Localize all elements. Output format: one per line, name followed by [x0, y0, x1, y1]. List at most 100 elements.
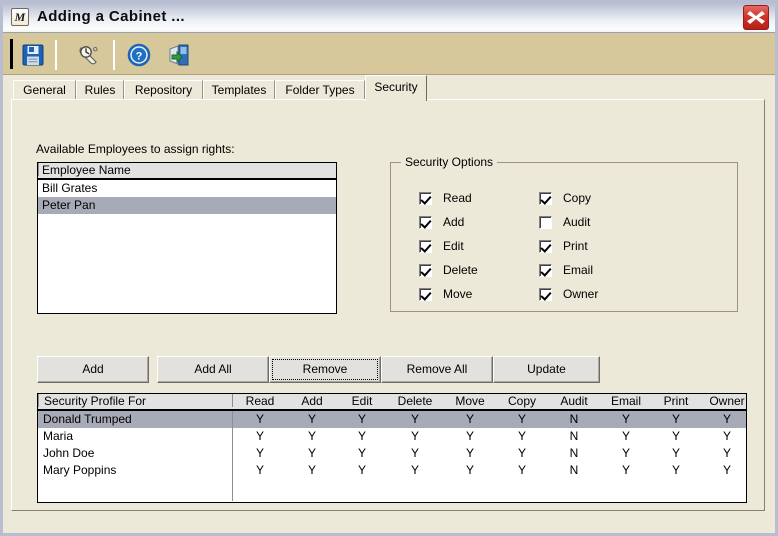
cell-read: Y [255, 446, 264, 460]
cell-edit: Y [357, 412, 366, 426]
table-row[interactable]: Donald Trumped Y Y Y Y Y Y N Y Y Y [38, 411, 746, 428]
cell-audit: N [569, 446, 579, 460]
application-window: M Adding a Cabinet ... ? General Rules R… [0, 0, 778, 536]
table-row[interactable]: John Doe Y Y Y Y Y Y N Y Y Y [38, 445, 746, 462]
cell-move: Y [465, 463, 474, 477]
toolbar-separator [113, 40, 115, 70]
checkbox-copy[interactable]: Copy [539, 191, 591, 205]
window-title: Adding a Cabinet ... [37, 8, 186, 25]
list-item[interactable]: Bill Grates [38, 180, 336, 197]
cell-print: Y [671, 463, 680, 477]
cell-copy: Y [517, 463, 526, 477]
help-button[interactable]: ? [125, 41, 153, 69]
exit-icon [169, 44, 189, 66]
grid-header-row: Security Profile For Read Add Edit Delet… [38, 394, 746, 411]
checkbox-audit[interactable]: Audit [539, 215, 590, 229]
add-all-button[interactable]: Add All [157, 356, 269, 383]
exit-button[interactable] [165, 41, 193, 69]
cell-add: Y [307, 446, 316, 460]
cell-copy: Y [517, 446, 526, 460]
cell-profile-for: Maria [43, 429, 74, 443]
cell-audit: N [569, 429, 579, 443]
remove-all-button-label: Remove All [406, 362, 468, 376]
cell-print: Y [671, 429, 680, 443]
cell-print: Y [671, 446, 680, 460]
checkbox-delete[interactable]: Delete [419, 263, 478, 277]
cell-delete: Y [410, 446, 419, 460]
cell-owner: Y [722, 463, 731, 477]
checkbox-box [539, 263, 552, 277]
security-options-title: Security Options [401, 155, 498, 169]
grid-body: Donald Trumped Y Y Y Y Y Y N Y Y Y Maria… [38, 411, 746, 501]
checkbox-label: Owner [563, 287, 599, 301]
tab-strip: General Rules Repository Templates Folde… [3, 75, 775, 101]
available-employees-list[interactable]: Employee Name Bill Grates Peter Pan [37, 162, 337, 314]
security-profile-grid[interactable]: Security Profile For Read Add Edit Delet… [37, 393, 747, 503]
checkbox-move[interactable]: Move [419, 287, 472, 301]
cell-owner: Y [722, 429, 731, 443]
cell-email: Y [621, 429, 630, 443]
cell-edit: Y [357, 446, 366, 460]
tab-rules[interactable]: Rules [76, 80, 124, 100]
column-header-print: Print [663, 394, 689, 408]
column-header-copy: Copy [507, 394, 536, 408]
remove-all-button[interactable]: Remove All [381, 356, 493, 383]
add-all-button-label: Add All [194, 362, 232, 376]
column-header-read: Read [245, 394, 275, 408]
checkbox-label: Copy [563, 191, 592, 205]
checkbox-owner[interactable]: Owner [539, 287, 598, 301]
close-button[interactable] [743, 5, 769, 30]
cell-audit: N [569, 412, 579, 426]
checkbox-label: Edit [443, 239, 464, 253]
add-button[interactable]: Add [37, 356, 149, 383]
cell-audit: N [569, 463, 579, 477]
history-button[interactable] [75, 41, 103, 69]
cell-delete: Y [410, 412, 419, 426]
cell-move: Y [465, 429, 474, 443]
checkbox-box [419, 239, 432, 253]
focus-ring [272, 359, 378, 380]
cell-move: Y [465, 446, 474, 460]
checkbox-add[interactable]: Add [419, 215, 464, 229]
update-button[interactable]: Update [493, 356, 600, 383]
checkbox-box [539, 215, 552, 229]
tab-templates[interactable]: Templates [203, 80, 275, 100]
update-button-label: Update [527, 362, 566, 376]
remove-button[interactable]: Remove [269, 356, 381, 383]
table-row[interactable]: Maria Y Y Y Y Y Y N Y Y Y [38, 428, 746, 445]
cell-edit: Y [357, 463, 366, 477]
cell-read: Y [255, 429, 264, 443]
toolbar-separator [55, 40, 57, 70]
cell-add: Y [307, 429, 316, 443]
checkbox-edit[interactable]: Edit [419, 239, 464, 253]
checkbox-print[interactable]: Print [539, 239, 588, 253]
list-item[interactable]: Peter Pan [38, 197, 336, 214]
tab-repository[interactable]: Repository [124, 80, 203, 100]
tab-content-panel: Available Employees to assign rights: Em… [11, 99, 765, 511]
checkbox-box [419, 191, 432, 205]
save-button[interactable] [19, 41, 47, 69]
toolbar-grip[interactable] [10, 39, 13, 69]
checkbox-box [539, 287, 552, 301]
cell-move: Y [465, 412, 474, 426]
cell-owner: Y [722, 412, 731, 426]
tab-folder-types[interactable]: Folder Types [275, 80, 365, 100]
cell-add: Y [307, 412, 316, 426]
cell-edit: Y [357, 429, 366, 443]
available-employees-label: Available Employees to assign rights: [36, 142, 235, 156]
column-header-profile-for: Security Profile For [44, 394, 147, 408]
cell-read: Y [255, 463, 264, 477]
cell-profile-for: John Doe [43, 446, 95, 460]
cell-profile-for: Donald Trumped [43, 412, 132, 426]
checkbox-label: Email [563, 263, 594, 277]
column-header-move: Move [455, 394, 485, 408]
tab-general[interactable]: General [13, 80, 76, 100]
save-icon [22, 44, 44, 66]
checkbox-email[interactable]: Email [539, 263, 593, 277]
table-row[interactable]: Mary Poppins Y Y Y Y Y Y N Y Y Y [38, 462, 746, 479]
cell-profile-for: Mary Poppins [43, 463, 117, 477]
column-header-edit: Edit [351, 394, 373, 408]
tab-security[interactable]: Security [365, 75, 427, 101]
employee-name-column-header: Employee Name [38, 163, 336, 180]
checkbox-read[interactable]: Read [419, 191, 472, 205]
